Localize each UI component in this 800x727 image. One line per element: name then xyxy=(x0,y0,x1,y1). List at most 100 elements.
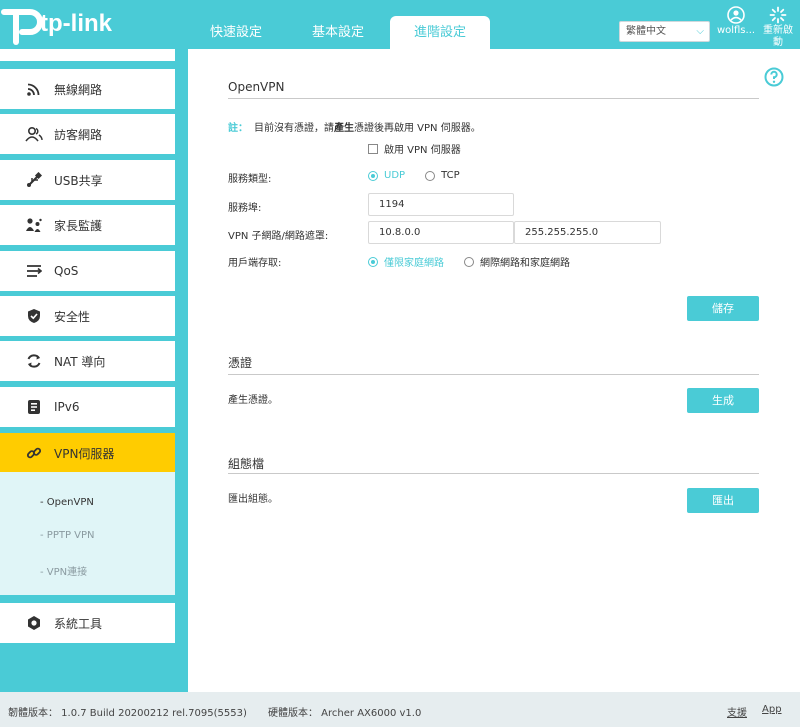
radio-home-only-label: 僅限家庭網路 xyxy=(384,258,444,269)
parental-icon xyxy=(22,213,46,237)
sidebar: 無線網路 訪客網路 USB共享 家長監護 QoS 安全性 NAT 導向 IPv6… xyxy=(0,49,175,649)
note-text-2: 憑證後再啟用 VPN 伺服器。 xyxy=(354,123,481,134)
netmask-input[interactable]: 255.255.255.0 xyxy=(514,221,661,244)
sidebar-item-label: VPN伺服器 xyxy=(54,446,115,461)
subnet-input[interactable]: 10.8.0.0 xyxy=(368,221,514,244)
sidebar-item-label: QoS xyxy=(54,264,79,278)
sidebar-item-system-tools[interactable]: 系統工具 xyxy=(0,603,175,643)
ipv6-icon xyxy=(22,395,46,419)
radio-tcp-label: TCP xyxy=(441,170,460,181)
link-icon xyxy=(22,441,46,465)
user-icon xyxy=(727,6,745,24)
reboot-icon xyxy=(769,6,787,24)
radio-internet-home-label: 網際網路和家庭網路 xyxy=(480,258,570,269)
subnet-label: VPN 子網路/網路遮罩: xyxy=(228,231,329,242)
guest-icon xyxy=(22,122,46,146)
generate-button[interactable]: 生成 xyxy=(687,388,759,413)
reboot-label-line2: 動 xyxy=(773,37,783,48)
service-type-udp[interactable]: UDP xyxy=(368,170,405,181)
shield-icon xyxy=(22,304,46,328)
language-select[interactable]: 繁體中文 ⌵ xyxy=(619,21,710,42)
usb-icon xyxy=(22,168,46,192)
radio-tcp[interactable] xyxy=(425,170,436,181)
note-text-1: 目前沒有憑證，請 xyxy=(254,123,334,134)
generate-certificate-text: 產生憑證。 xyxy=(228,395,278,406)
sidebar-item-label: 系統工具 xyxy=(54,616,103,631)
sidebar-item-parental[interactable]: 家長監護 xyxy=(0,205,175,245)
config-section-title: 組態檔 xyxy=(228,457,265,471)
user-button[interactable]: wolfls... xyxy=(716,6,756,36)
sidebar-item-security[interactable]: 安全性 xyxy=(0,296,175,336)
submenu-item-openvpn[interactable]: - OpenVPN xyxy=(40,497,94,508)
enable-vpn-row: 啟用 VPN 伺服器 xyxy=(368,141,461,156)
certificate-note: 註： 目前沒有憑證，請產生憑證後再啟用 VPN 伺服器。 xyxy=(228,119,481,134)
sidebar-item-ipv6[interactable]: IPv6 xyxy=(0,387,175,427)
reboot-label-line1: 重新啟 xyxy=(763,25,793,36)
radio-udp[interactable] xyxy=(368,170,378,181)
enable-vpn-checkbox[interactable] xyxy=(368,143,378,154)
save-button[interactable]: 儲存 xyxy=(687,296,759,321)
radio-home-only[interactable] xyxy=(368,256,378,267)
enable-vpn-label: 啟用 VPN 伺服器 xyxy=(384,145,461,156)
gear-icon xyxy=(22,611,46,635)
nat-icon xyxy=(22,349,46,373)
submenu-item-pptp-vpn[interactable]: - PPTP VPN xyxy=(40,530,95,541)
sidebar-item-usb[interactable]: USB共享 xyxy=(0,160,175,200)
export-button[interactable]: 匯出 xyxy=(687,488,759,513)
main-panel: OpenVPN 註： 目前沒有憑證，請產生憑證後再啟用 VPN 伺服器。 啟用 V… xyxy=(188,49,800,692)
sidebar-item-label: 訪客網路 xyxy=(54,127,103,142)
client-access-label: 用戶端存取: xyxy=(228,258,282,269)
sidebar-item-wireless[interactable]: 無線網路 xyxy=(0,69,175,109)
sidebar-item-label: 無線網路 xyxy=(54,82,103,97)
tp-link-logo: tp-link xyxy=(0,2,130,46)
tab-advanced[interactable]: 進階設定 xyxy=(390,16,490,49)
main-nav: 快速設定 基本設定 進階設定 xyxy=(186,16,492,49)
certificate-section-title: 憑證 xyxy=(228,356,253,370)
tp-link-logo-icon xyxy=(1,9,43,45)
footer: 韌體版本： 1.0.7 Build 20200212 rel.7095(5553… xyxy=(0,692,800,727)
radio-udp-label: UDP xyxy=(384,170,406,181)
sidebar-item-label: USB共享 xyxy=(54,173,103,188)
sidebar-item-vpn-server[interactable]: VPN伺服器 xyxy=(0,433,175,473)
service-type-tcp[interactable]: TCP xyxy=(425,170,460,181)
port-input[interactable]: 1194 xyxy=(368,193,514,216)
section-divider xyxy=(228,374,759,375)
hardware-version: 硬體版本： Archer AX6000 v1.0 xyxy=(268,708,422,719)
sidebar-item-guest[interactable]: 訪客網路 xyxy=(0,114,175,154)
sidebar-item-partial[interactable] xyxy=(0,49,175,61)
client-access-internet-home[interactable]: 網際網路和家庭網路 xyxy=(464,254,570,269)
chevron-down-icon: ⌵ xyxy=(696,26,704,37)
qos-icon xyxy=(22,259,46,283)
reboot-button[interactable]: 重新啟 動 xyxy=(758,6,798,49)
tab-basic[interactable]: 基本設定 xyxy=(288,16,388,49)
radio-internet-home[interactable] xyxy=(464,256,474,267)
brand-name: tp-link xyxy=(40,10,112,37)
service-type-group: UDP TCP xyxy=(368,170,480,181)
sidebar-item-label: NAT 導向 xyxy=(54,354,106,369)
section-divider xyxy=(228,98,759,99)
note-label: 註： xyxy=(228,123,248,134)
section-divider xyxy=(228,473,759,474)
app-link[interactable]: App xyxy=(762,704,782,715)
firmware-version: 韌體版本： 1.0.7 Build 20200212 rel.7095(5553… xyxy=(8,708,247,719)
language-select-value: 繁體中文 xyxy=(626,26,666,37)
sidebar-item-nat[interactable]: NAT 導向 xyxy=(0,341,175,381)
sidebar-item-label: 家長監護 xyxy=(54,218,103,233)
support-link[interactable]: 支援 xyxy=(727,704,747,719)
note-bold: 產生 xyxy=(334,123,354,134)
tab-quick-setup[interactable]: 快速設定 xyxy=(186,16,286,49)
user-label: wolfls... xyxy=(716,25,756,36)
submenu-item-vpn-connections[interactable]: - VPN連接 xyxy=(40,563,87,578)
client-access-group: 僅限家庭網路 網際網路和家庭網路 xyxy=(368,254,590,269)
vpn-submenu: - OpenVPN - PPTP VPN - VPN連接 xyxy=(0,472,175,595)
sidebar-item-qos[interactable]: QoS xyxy=(0,251,175,291)
export-config-text: 匯出組態。 xyxy=(228,494,278,505)
wifi-icon xyxy=(22,77,46,101)
sidebar-item-label: 安全性 xyxy=(54,309,91,324)
service-type-label: 服務類型: xyxy=(228,174,272,185)
openvpn-section-title: OpenVPN xyxy=(228,80,285,94)
sidebar-item-label: IPv6 xyxy=(54,400,80,414)
port-label: 服務埠: xyxy=(228,203,262,214)
client-access-home[interactable]: 僅限家庭網路 xyxy=(368,254,444,269)
help-icon[interactable] xyxy=(764,67,784,90)
